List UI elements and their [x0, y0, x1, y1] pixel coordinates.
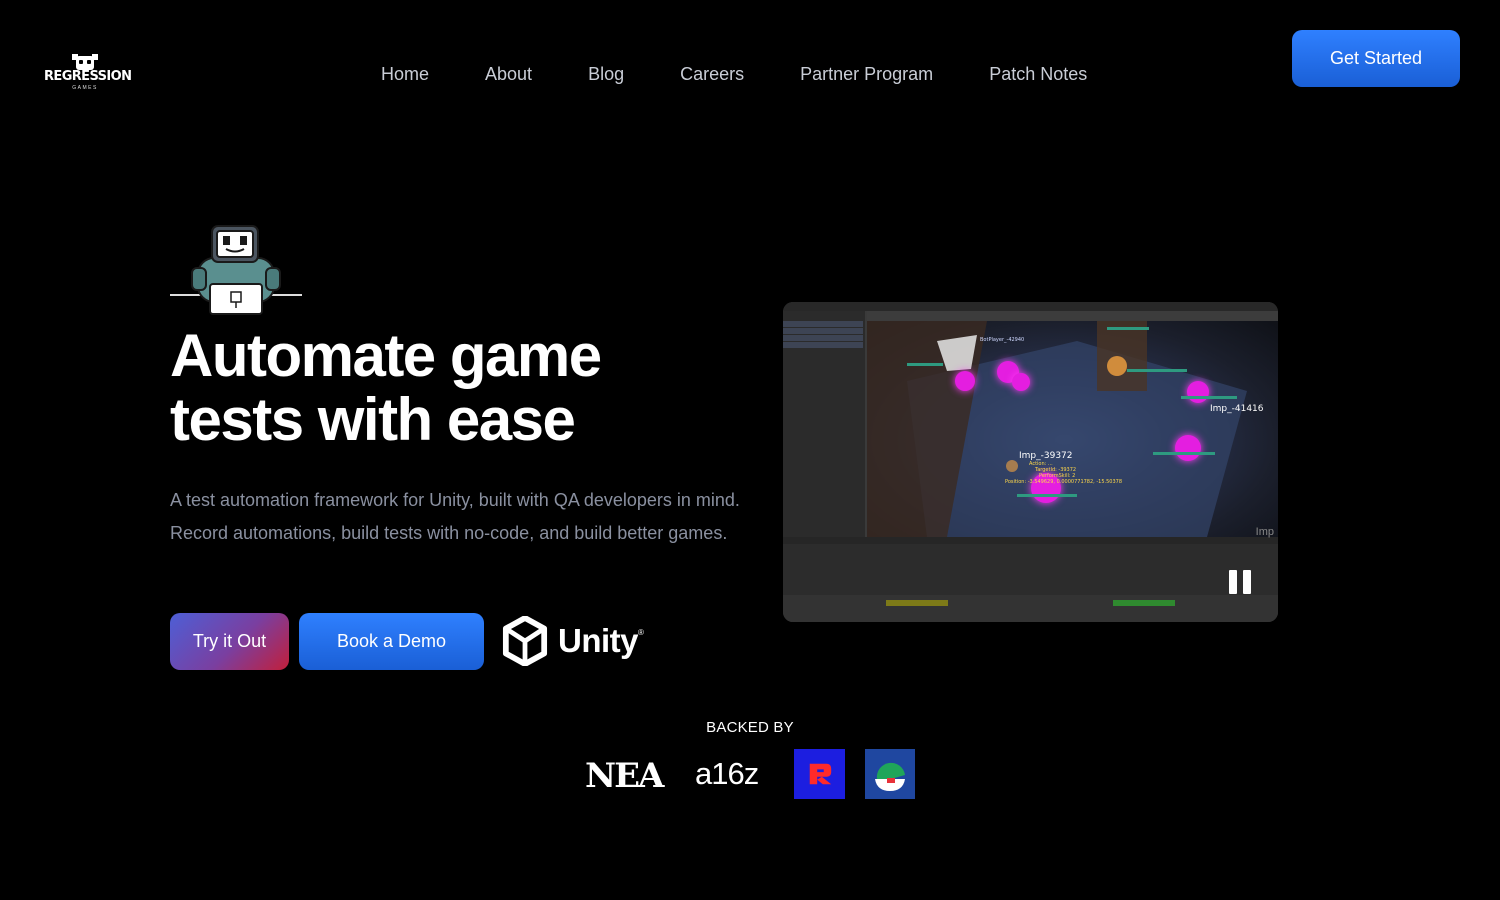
hero-title: Automate game tests with ease — [170, 322, 602, 453]
brand-subname: GAMES — [72, 85, 98, 91]
logo-robot-face-icon — [76, 56, 94, 70]
editor-hierarchy-panel — [783, 311, 865, 537]
unity-registered-mark: ® — [638, 628, 644, 637]
dungeon-floor-graphic — [867, 321, 1247, 537]
backer-bowl-mark-icon — [875, 762, 905, 791]
robot-mascot-icon — [170, 225, 302, 315]
brand-logo[interactable]: REGRESSION GAMES — [44, 54, 132, 94]
a16z-logo: a16z — [695, 756, 759, 791]
backed-by-heading: BACKED BY — [706, 719, 794, 736]
corner-imp-label: Imp — [1255, 526, 1274, 538]
nav-careers[interactable]: Careers — [680, 62, 744, 86]
brand-name: REGRESSION — [44, 69, 132, 84]
unity-logo: Unity ® — [502, 614, 652, 668]
pause-icon[interactable] — [1229, 570, 1251, 594]
nea-logo: NEA — [585, 756, 664, 796]
book-a-demo-button[interactable]: Book a Demo — [299, 613, 484, 670]
demo-video[interactable]: Imp_-39372 Imp_-41416 BotPlayer_-42940 A… — [783, 302, 1278, 622]
unity-cube-icon — [502, 616, 548, 666]
nav-blog[interactable]: Blog — [588, 62, 624, 86]
nav-about[interactable]: About — [485, 62, 532, 86]
game-viewport: Imp_-39372 Imp_-41416 BotPlayer_-42940 A… — [867, 321, 1278, 537]
backer-logo-blue-bowl — [865, 749, 915, 799]
try-it-out-button[interactable]: Try it Out — [170, 613, 289, 670]
backer-logo-red-r — [794, 749, 845, 799]
main-nav: Home About Blog Careers Partner Program … — [353, 62, 1115, 86]
editor-toolbar — [867, 311, 1278, 321]
nav-partner-program[interactable]: Partner Program — [800, 62, 933, 86]
backer-r-mark-icon — [809, 763, 831, 785]
unity-wordmark: Unity — [558, 622, 639, 659]
imp-label-right: Imp_-41416 — [1210, 404, 1264, 414]
imp-label-center: Imp_-39372 — [1019, 451, 1073, 461]
position-label: Position: -3.549629, 0.0000771782, -15.5… — [1005, 479, 1123, 485]
hero-description: A test automation framework for Unity, b… — [170, 490, 740, 543]
get-started-button[interactable]: Get Started — [1292, 30, 1460, 87]
editor-tab-bar — [783, 302, 1278, 311]
editor-console-panel — [783, 537, 1278, 622]
nav-patch-notes[interactable]: Patch Notes — [989, 62, 1087, 86]
nav-home[interactable]: Home — [381, 62, 429, 86]
bot-player-label: BotPlayer_-42940 — [980, 337, 1025, 343]
